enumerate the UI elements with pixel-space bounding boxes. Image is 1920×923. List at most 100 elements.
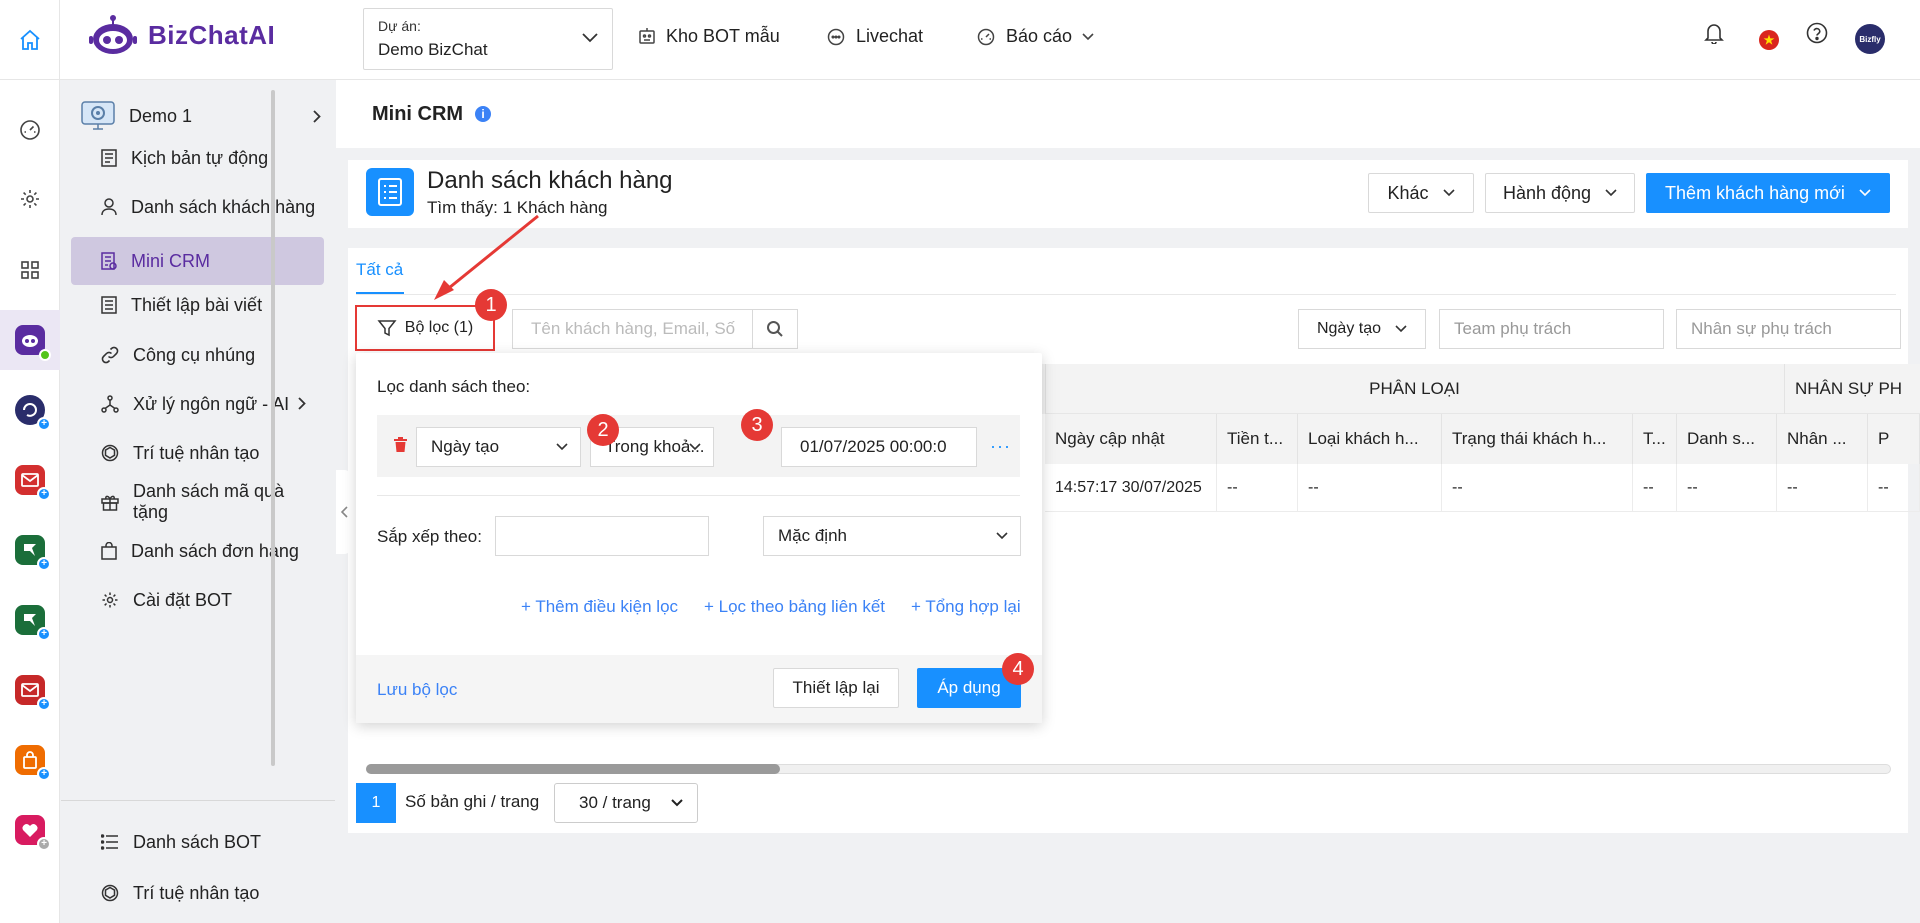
rail-bizchat[interactable] [0, 310, 60, 370]
column-header[interactable]: T... [1633, 414, 1677, 464]
sidebar-item-danh-sach-khach-hang[interactable]: Danh sách khách hàng [71, 183, 324, 231]
search-button[interactable] [752, 309, 798, 349]
search-input[interactable]: Tên khách hàng, Email, Số [512, 309, 752, 349]
filter-linked-table-link[interactable]: + Lọc theo bảng liên kết [704, 597, 885, 617]
other-dropdown-button[interactable]: Khác [1368, 173, 1474, 213]
green-app-icon: + [15, 605, 51, 641]
filter-label: Bộ lọc (1) [404, 319, 474, 336]
annotation-badge-1: 1 [475, 289, 507, 321]
page-number-button[interactable]: 1 [356, 783, 396, 823]
chevron-down-icon [1605, 189, 1617, 197]
heart-icon [22, 824, 38, 837]
column-header[interactable]: Nhân ... [1777, 414, 1868, 464]
sidebar-item-danh-sach-bot[interactable]: Danh sách BOT [71, 818, 324, 866]
nlp-nodes-icon [101, 395, 119, 413]
condition-field-select[interactable]: Ngày tạo [416, 427, 581, 467]
scrollbar-thumb[interactable] [366, 764, 780, 774]
language-switch[interactable] [1759, 30, 1779, 50]
annotation-badge-2: 2 [587, 414, 619, 446]
notification-button[interactable] [1704, 22, 1724, 44]
column-header[interactable]: Loại khách h... [1298, 414, 1442, 464]
sidebar-item-ma-qua-tang[interactable]: Danh sách mã quà tặng [71, 478, 324, 526]
tab-all[interactable]: Tất cả [356, 260, 403, 280]
avatar[interactable]: Bizfly [1855, 24, 1885, 54]
rail-dashboard[interactable] [0, 100, 60, 160]
mail-icon [21, 473, 39, 487]
sort-order-select[interactable]: Mặc định [763, 516, 1021, 556]
info-icon[interactable]: i [475, 106, 492, 122]
button-label: Hành động [1502, 182, 1592, 203]
openai-icon [101, 444, 119, 462]
sidebar-item-thiet-lap-bai-viet[interactable]: Thiết lập bài viết [71, 281, 324, 329]
rail-app-1[interactable]: + [0, 380, 60, 440]
column-header[interactable]: Tiền t... [1217, 414, 1298, 464]
condition-date-input[interactable]: 01/07/2025 00:00:0 [781, 427, 977, 467]
column-header[interactable]: P [1868, 414, 1920, 464]
shopping-bag-icon [23, 751, 37, 769]
aggregate-link[interactable]: + Tổng hợp lại [911, 597, 1021, 617]
save-filter-link[interactable]: Lưu bộ lọc [377, 680, 457, 700]
sidebar-item-kich-ban[interactable]: Kịch bản tự động [71, 134, 324, 182]
openai-icon [101, 884, 119, 902]
sidebar-item-xu-ly-ngon-ngu[interactable]: Xử lý ngôn ngữ - AI [71, 380, 324, 428]
project-label: Dự án: [378, 18, 421, 34]
list-document-icon [366, 168, 414, 216]
action-dropdown-button[interactable]: Hành động [1485, 173, 1635, 213]
rail-app-7[interactable]: + [0, 800, 60, 860]
bot-selector[interactable]: Demo 1 [81, 96, 321, 136]
created-date-dropdown[interactable]: Ngày tạo [1298, 309, 1426, 349]
column-header[interactable]: Danh s... [1677, 414, 1777, 464]
filter-popup: Lọc danh sách theo: Ngày tạo Trong khoả.… [356, 353, 1042, 723]
chevron-down-icon [1859, 189, 1871, 197]
rail-settings[interactable] [0, 169, 60, 229]
nav-bao-cao[interactable]: Báo cáo [976, 26, 1094, 47]
shopping-bag-icon [101, 542, 117, 560]
bizchatai-logo[interactable]: BizChatAI [88, 14, 275, 56]
chevron-down-icon [1442, 189, 1455, 197]
nav-label: Báo cáo [1006, 26, 1073, 46]
per-page-select[interactable]: 30 / trang [554, 783, 698, 823]
sidebar-item-cai-dat-bot[interactable]: Cài đặt BOT [71, 576, 324, 624]
team-filter-input[interactable]: Team phụ trách [1439, 309, 1664, 349]
help-button[interactable] [1806, 22, 1828, 44]
sidebar-item-mini-crm[interactable]: Mini CRM [71, 237, 324, 285]
sort-field-input[interactable] [495, 516, 709, 556]
sidebar-scrollbar[interactable] [271, 90, 275, 766]
side-menu: Demo 1 Kịch bản tự động Danh sách khách … [61, 80, 335, 923]
filter-button[interactable]: Bộ lọc (1) [355, 305, 495, 351]
sidebar-item-tri-tue-nhan-tao-2[interactable]: Trí tuệ nhân tạo [71, 869, 324, 917]
filter-popup-title: Lọc danh sách theo: [377, 377, 531, 396]
sidebar-item-don-hang[interactable]: Danh sách đơn hàng [71, 527, 324, 575]
reset-button[interactable]: Thiết lập lại [773, 668, 899, 708]
user-icon [101, 198, 117, 216]
staff-filter-input[interactable]: Nhân sự phụ trách [1676, 309, 1901, 349]
page-title: Mini CRM [372, 102, 464, 125]
chevron-right-icon [313, 110, 321, 123]
button-label: Thêm khách hàng mới [1665, 182, 1845, 203]
rail-app-5[interactable]: + [0, 660, 60, 720]
column-header[interactable]: Trạng thái khách h... [1442, 414, 1633, 464]
table-cell: -- [1777, 464, 1868, 512]
annotation-badge-4: 4 [1002, 653, 1034, 685]
column-header[interactable]: Ngày cập nhật [1045, 414, 1217, 464]
nav-kho-bot-mau[interactable]: Kho BOT mẫu [638, 26, 780, 47]
nav-livechat[interactable]: Livechat [826, 26, 923, 47]
per-page-value: 30 / trang [579, 793, 651, 812]
sidebar-item-tri-tue-nhan-tao[interactable]: Trí tuệ nhân tạo [71, 429, 324, 477]
rail-app-3[interactable]: + [0, 520, 60, 580]
chevron-left-icon [340, 506, 348, 518]
add-condition-link[interactable]: + Thêm điều kiện lọc [521, 597, 678, 617]
trash-icon[interactable] [394, 437, 407, 452]
sidebar-item-cong-cu-nhung[interactable]: Công cụ nhúng [71, 331, 324, 379]
dashboard-gauge-icon [977, 28, 995, 45]
button-label: Khác [1387, 182, 1429, 203]
home-button[interactable] [0, 0, 60, 80]
add-customer-button[interactable]: Thêm khách hàng mới [1646, 173, 1890, 213]
rail-app-4[interactable]: + [0, 590, 60, 650]
rail-app-6[interactable]: + [0, 730, 60, 790]
project-select[interactable]: Dự án: Demo BizChat [363, 8, 613, 70]
rail-app-2[interactable]: + [0, 450, 60, 510]
bot-monitor-icon [81, 101, 115, 130]
rail-apps[interactable] [0, 240, 60, 300]
more-options-button[interactable]: ··· [990, 436, 1011, 457]
